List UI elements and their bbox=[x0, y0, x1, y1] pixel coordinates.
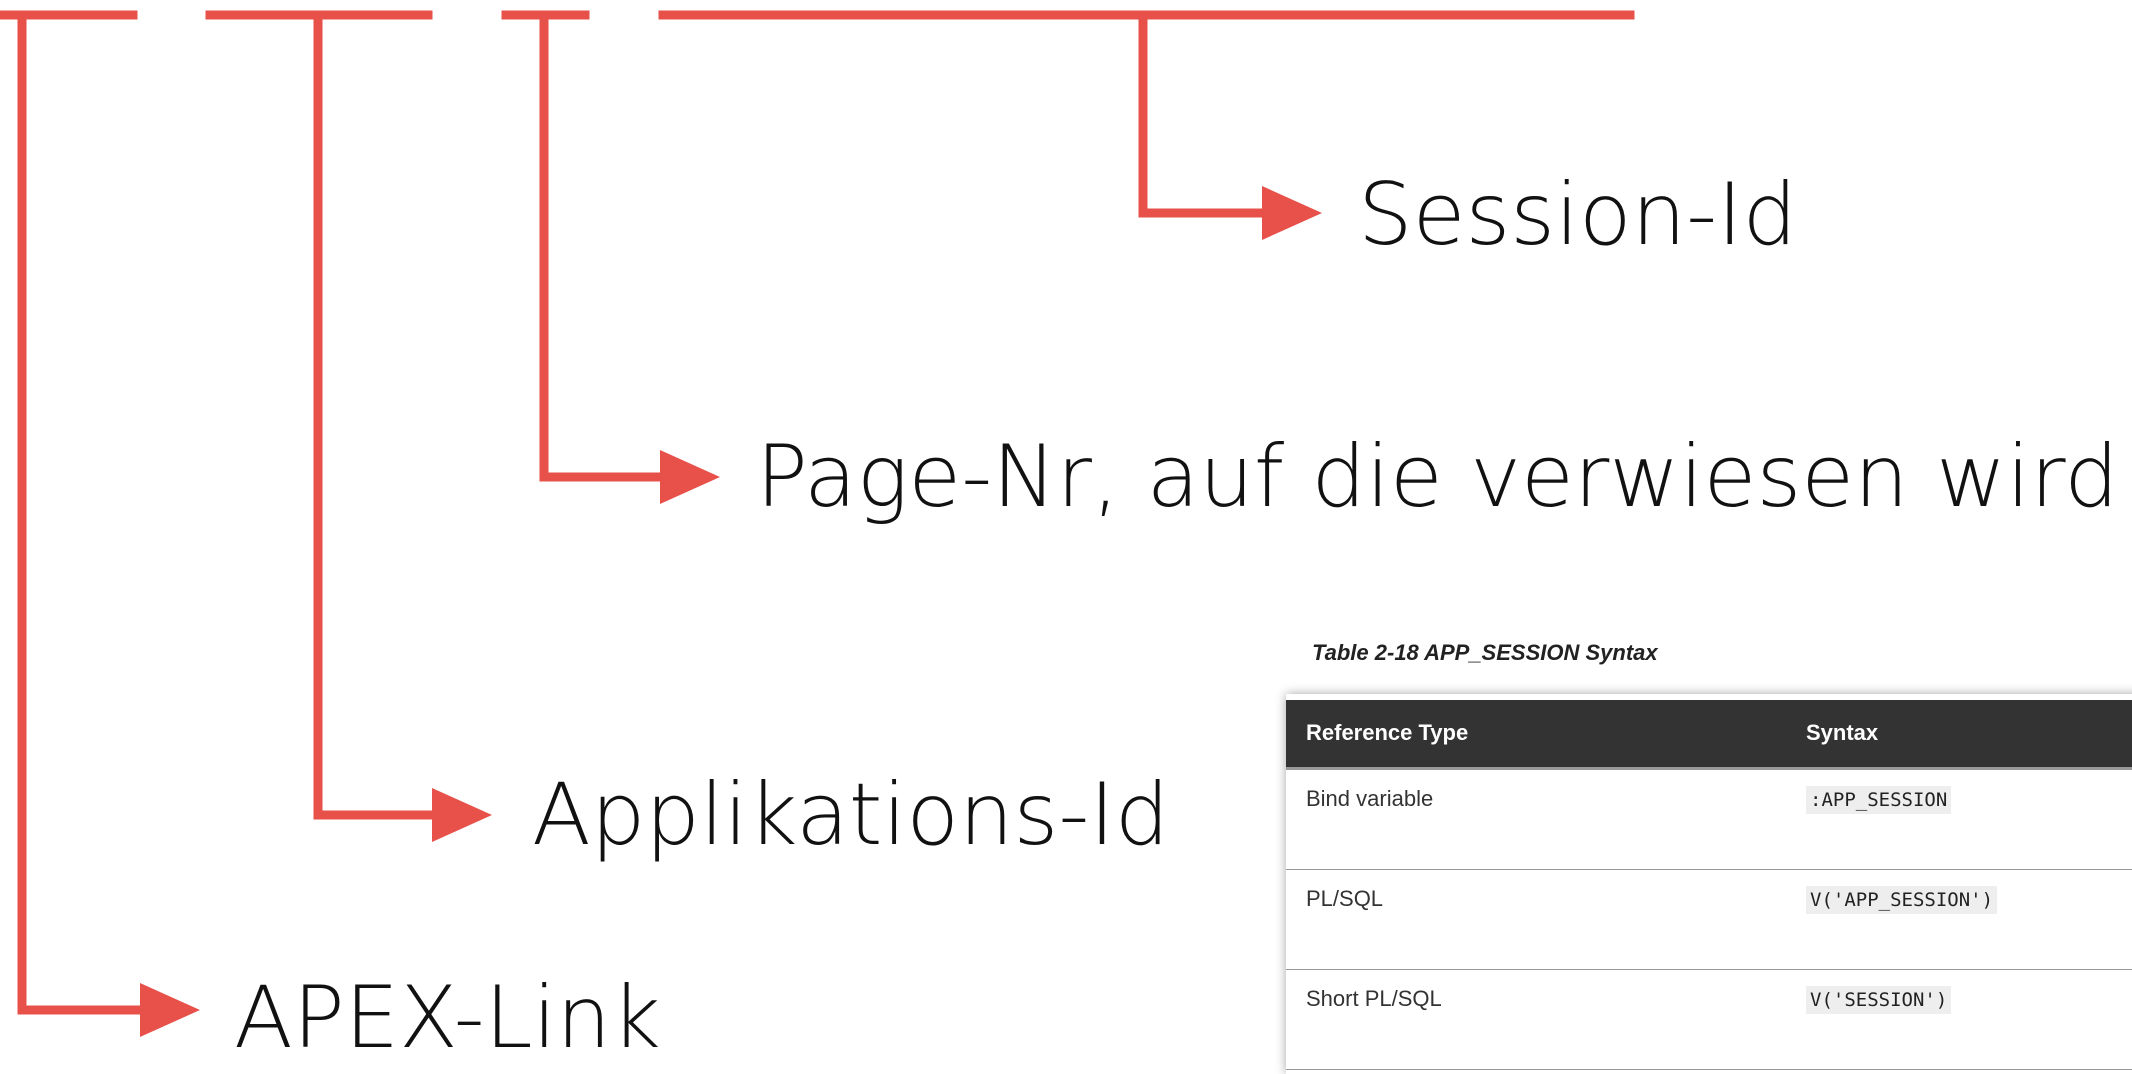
application-id-arrowhead-icon bbox=[432, 788, 492, 842]
apex-link-connector bbox=[17, 15, 175, 1015]
table-header-row: Reference Type Syntax bbox=[1286, 700, 2132, 770]
syntax-code: V('APP_SESSION') bbox=[1806, 885, 1998, 914]
syntax-code: :APP_SESSION bbox=[1806, 785, 1952, 814]
page-nr-arrowhead-icon bbox=[660, 450, 720, 504]
syntax-cell: V('APP_SESSION') bbox=[1806, 869, 2132, 970]
page-nr-label: Page-Nr, auf die verwiesen wird bbox=[756, 427, 2119, 527]
page-nr-connector bbox=[539, 15, 695, 482]
apex-link-arrowhead-icon bbox=[140, 983, 200, 1037]
reference-type-cell: Short PL/SQL bbox=[1286, 969, 1806, 1070]
column-header-reference-type: Reference Type bbox=[1286, 700, 1806, 770]
session-id-label: Session-Id bbox=[1358, 165, 1798, 265]
session-id-connector bbox=[1138, 15, 1297, 218]
table-row: Bind variable :APP_SESSION bbox=[1286, 768, 2132, 870]
table-row: PL/SQL V('APP_SESSION') bbox=[1286, 869, 2132, 970]
app-session-syntax-table: Table 2-18 APP_SESSION Syntax Reference … bbox=[1276, 640, 2132, 1074]
application-id-label: Applikations-Id bbox=[532, 765, 1170, 865]
reference-type-cell: PL/SQL bbox=[1286, 869, 1806, 970]
syntax-code: V('SESSION') bbox=[1806, 985, 1952, 1014]
table-row: Short PL/SQL V('SESSION') bbox=[1286, 969, 2132, 1070]
application-id-connector bbox=[313, 15, 467, 820]
syntax-cell: :APP_SESSION bbox=[1806, 768, 2132, 870]
apex-link-label: APEX-Link bbox=[234, 968, 661, 1068]
column-header-syntax: Syntax bbox=[1806, 700, 2132, 770]
syntax-table: Reference Type Syntax Bind variable :APP… bbox=[1286, 700, 2132, 1070]
table-caption: Table 2-18 APP_SESSION Syntax bbox=[1312, 640, 1658, 665]
syntax-cell: V('SESSION') bbox=[1806, 969, 2132, 1070]
session-id-arrowhead-icon bbox=[1262, 186, 1322, 240]
reference-type-cell: Bind variable bbox=[1286, 768, 1806, 870]
